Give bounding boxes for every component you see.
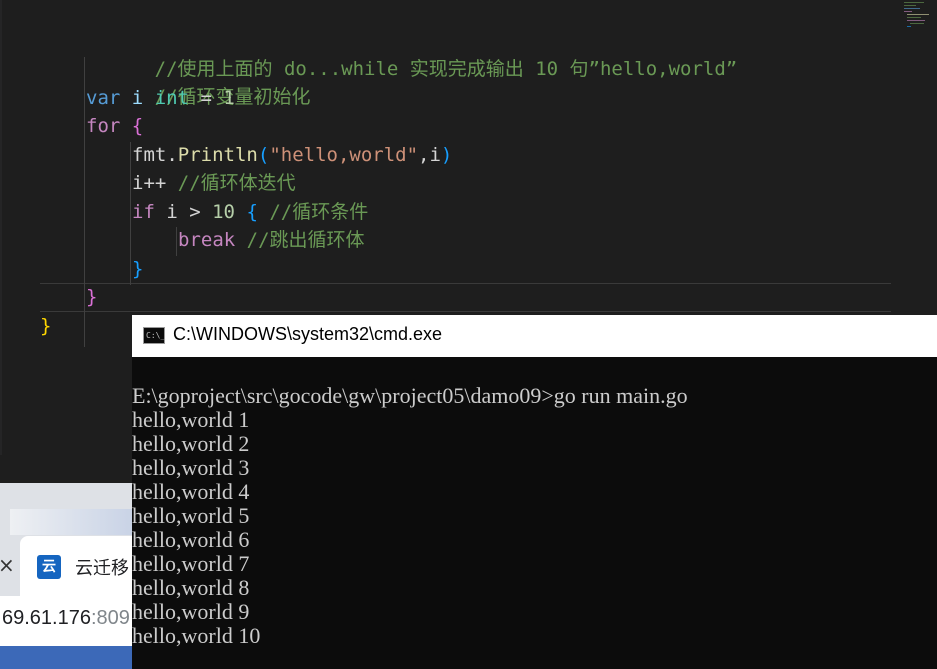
- command-text: go run main.go: [553, 383, 688, 408]
- minimap[interactable]: [899, 0, 937, 40]
- browser-bookmarks-bar: [0, 646, 132, 669]
- condition: i >: [166, 201, 213, 223]
- window-title: C:\WINDOWS\system32\cmd.exe: [173, 324, 443, 344]
- package-name: fmt: [132, 144, 167, 166]
- keyword-if: if: [132, 201, 155, 223]
- output-line: hello,world 9: [132, 599, 250, 624]
- number-literal: 1: [223, 87, 235, 109]
- output-line: hello,world 1: [132, 407, 250, 432]
- call-args: ,i: [418, 144, 441, 166]
- operator: =: [200, 87, 212, 109]
- command-line: E:\goproject\src\gocode\gw\project05\dam…: [132, 384, 688, 408]
- address-bar-url[interactable]: 69.61.176:809: [2, 607, 130, 630]
- command-prompt: E:\goproject\src\gocode\gw\project05\dam…: [132, 383, 554, 408]
- output-line: hello,world 8: [132, 575, 250, 600]
- open-brace: {: [131, 115, 144, 137]
- console-output[interactable]: E:\goproject\src\gocode\gw\project05\dam…: [132, 384, 688, 648]
- code-line-5: fmt.Println("hello,world",i): [132, 144, 453, 166]
- code-comment: //循环体迭代: [177, 172, 296, 194]
- keyword-var: var: [86, 87, 121, 109]
- output-line: hello,world 2: [132, 431, 250, 456]
- code-line-2: //循环变量初始化: [86, 55, 311, 108]
- function-name: Println: [177, 144, 258, 166]
- cmd-app-icon: C:\_: [143, 327, 165, 344]
- code-line-1: //使用上面的 do...while 实现完成输出 10 句”hello,wor…: [86, 27, 738, 80]
- increment-stmt: i++: [132, 172, 167, 194]
- output-line: hello,world 4: [132, 479, 250, 504]
- browser-window: × 云 云迁移 69.61.176:809: [0, 455, 132, 669]
- code-comment: //循环条件: [269, 201, 369, 223]
- code-comment: //跳出循环体: [246, 229, 365, 251]
- code-line-9: }: [132, 255, 143, 283]
- close-brace: }: [132, 258, 144, 280]
- string-literal: "hello,world": [269, 144, 419, 166]
- editor-left-edge: [0, 0, 2, 455]
- window-titlebar[interactable]: C:\_ C:\WINDOWS\system32\cmd.exe: [132, 315, 937, 357]
- output-line: hello,world 6: [132, 527, 250, 552]
- close-brace: }: [40, 315, 52, 337]
- code-line-8: break //跳出循环体: [178, 226, 365, 254]
- site-favicon-icon: 云: [37, 555, 61, 579]
- identifier: i: [131, 87, 144, 109]
- close-icon[interactable]: ×: [0, 553, 15, 577]
- browser-bookmark-image: [10, 509, 132, 535]
- keyword-for: for: [86, 115, 121, 137]
- browser-tab-title[interactable]: 云迁移: [75, 554, 129, 580]
- output-line: hello,world 5: [132, 503, 250, 528]
- keyword-break: break: [178, 229, 236, 251]
- code-line-4: for {: [86, 112, 143, 140]
- close-brace: }: [86, 286, 98, 308]
- code-line-7: if i > 10 { //循环条件: [132, 198, 368, 226]
- code-line-11: }: [40, 312, 51, 340]
- keyword-type: int: [154, 87, 190, 109]
- output-line: hello,world 7: [132, 551, 250, 576]
- output-line: hello,world 10: [132, 623, 261, 648]
- code-line-10: }: [86, 283, 97, 311]
- cmd-window[interactable]: C:\_ C:\WINDOWS\system32\cmd.exe E:\gopr…: [132, 315, 937, 669]
- code-line-6: i++ //循环体迭代: [132, 169, 296, 197]
- output-line: hello,world 3: [132, 455, 250, 480]
- open-brace: {: [246, 201, 258, 223]
- code-line-3: var i int = 1: [86, 84, 235, 112]
- number-literal: 10: [212, 201, 235, 223]
